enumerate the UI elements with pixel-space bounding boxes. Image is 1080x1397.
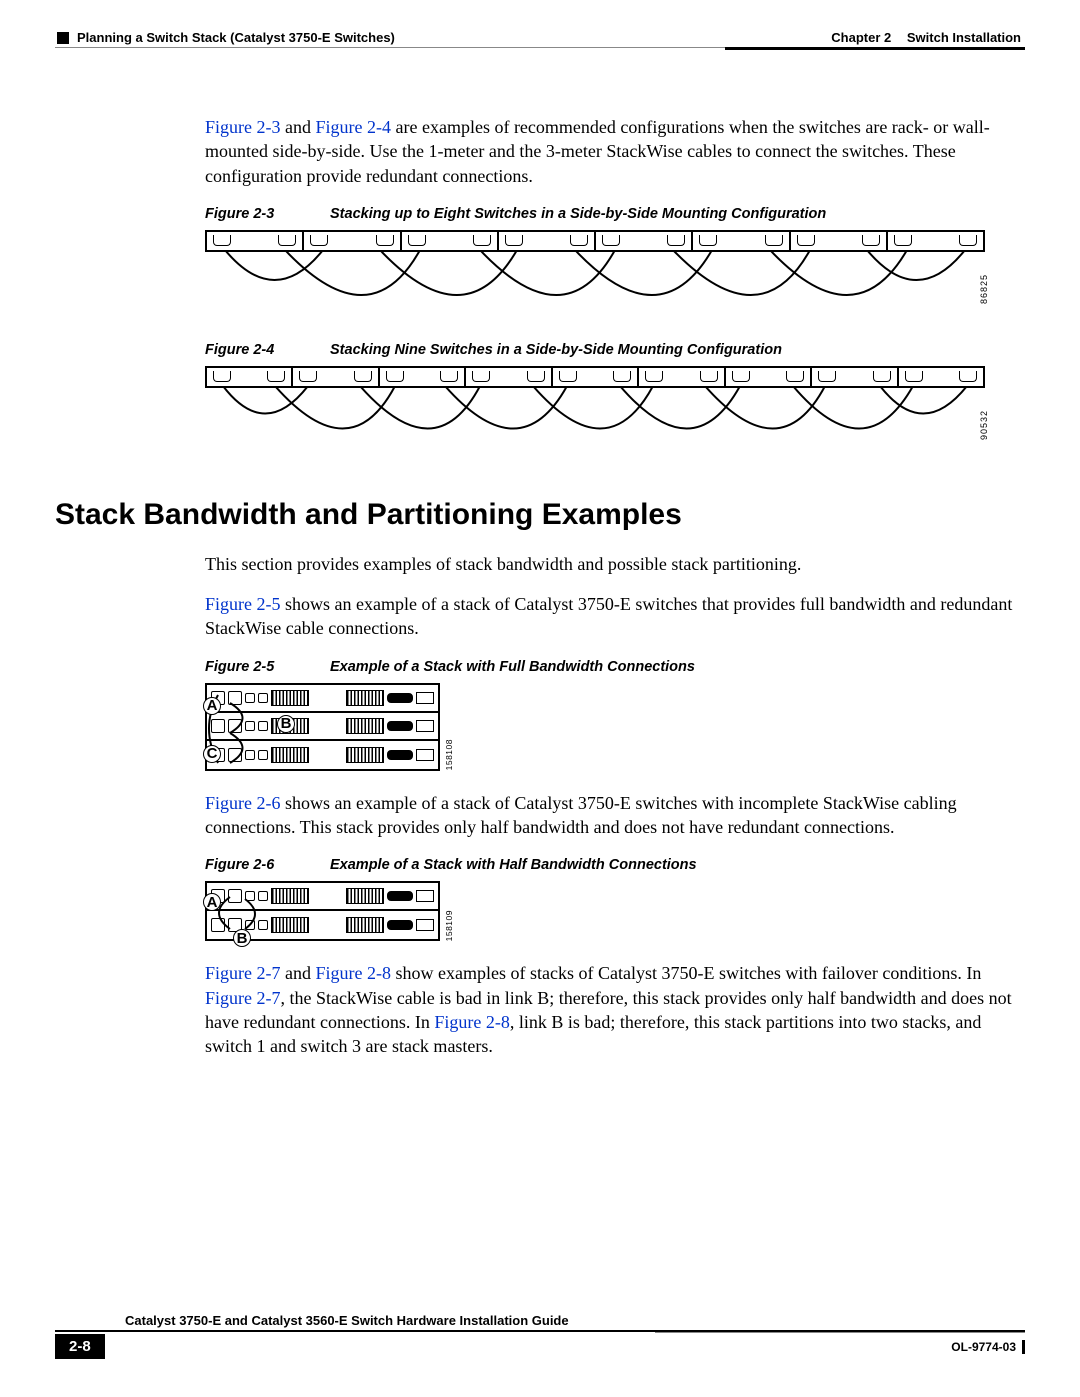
figure-2-5-lead: Figure 2-5 shows an example of a stack o… xyxy=(205,592,1025,641)
figure-2-6-caption: Figure 2-6 Example of a Stack with Half … xyxy=(205,857,1025,873)
header-marker-icon xyxy=(57,32,69,44)
body-content: Figure 2-3 and Figure 2-4 are examples o… xyxy=(205,115,1025,448)
header-rule-thick xyxy=(725,47,1025,50)
intro-paragraph: Figure 2-3 and Figure 2-4 are examples o… xyxy=(205,115,1025,188)
figure-ref-2-8-b[interactable]: Figure 2-8 xyxy=(434,1012,510,1032)
figure-2-7-2-8-lead: Figure 2-7 and Figure 2-8 show examples … xyxy=(205,961,1025,1058)
figure-ref-2-5[interactable]: Figure 2-5 xyxy=(205,594,281,614)
figure-2-6-diagram: 158109 A B xyxy=(205,881,1025,941)
footer-book-title: Catalyst 3750-E and Catalyst 3560-E Swit… xyxy=(55,1313,1025,1332)
figure-2-5-diagram: 158108 A B C xyxy=(205,683,1025,771)
stackwise-cables-icon xyxy=(205,386,985,456)
chapter-label: Chapter 2 xyxy=(831,30,891,45)
chapter-title: Switch Installation xyxy=(907,30,1021,45)
stackwise-cables-icon xyxy=(205,250,985,320)
callout-c: C xyxy=(203,745,221,763)
figure-ref-2-6[interactable]: Figure 2-6 xyxy=(205,793,281,813)
breadcrumb: Planning a Switch Stack (Catalyst 3750-E… xyxy=(77,30,395,45)
figure-2-5-caption: Figure 2-5 Example of a Stack with Full … xyxy=(205,659,1025,675)
figure-2-6-lead: Figure 2-6 shows an example of a stack o… xyxy=(205,791,1025,840)
figure-2-4-diagram: 90532 xyxy=(205,366,985,448)
section-content: This section provides examples of stack … xyxy=(205,552,1025,1059)
figure-2-3-caption: Figure 2-3 Stacking up to Eight Switches… xyxy=(205,206,1025,222)
page-number-badge: 2-8 xyxy=(55,1334,105,1359)
figure-2-3-diagram: 86825 xyxy=(205,230,985,312)
page-footer: Catalyst 3750-E and Catalyst 3560-E Swit… xyxy=(55,1313,1025,1359)
figure-2-4-caption: Figure 2-4 Stacking Nine Switches in a S… xyxy=(205,342,1025,358)
section-intro: This section provides examples of stack … xyxy=(205,552,1025,576)
footer-bar-icon xyxy=(1022,1340,1025,1354)
section-heading: Stack Bandwidth and Partitioning Example… xyxy=(55,498,1025,532)
figure-ref-2-7[interactable]: Figure 2-7 xyxy=(205,963,281,983)
figure-ref-2-8[interactable]: Figure 2-8 xyxy=(316,963,392,983)
figure-ref-2-3[interactable]: Figure 2-3 xyxy=(205,117,281,137)
figure-2-3-id-number: 86825 xyxy=(979,274,989,304)
figure-2-4-id-number: 90532 xyxy=(979,410,989,440)
figure-ref-2-7-b[interactable]: Figure 2-7 xyxy=(205,988,281,1008)
page-header: Planning a Switch Stack (Catalyst 3750-E… xyxy=(55,30,1025,45)
header-rule-thin xyxy=(55,47,725,48)
callout-a: A xyxy=(203,697,221,715)
stackwise-cable-overlay-icon xyxy=(200,683,460,775)
footer-doc-id: OL-9774-03 xyxy=(951,1340,1016,1354)
callout-b: B xyxy=(277,715,295,733)
figure-ref-2-4[interactable]: Figure 2-4 xyxy=(316,117,392,137)
